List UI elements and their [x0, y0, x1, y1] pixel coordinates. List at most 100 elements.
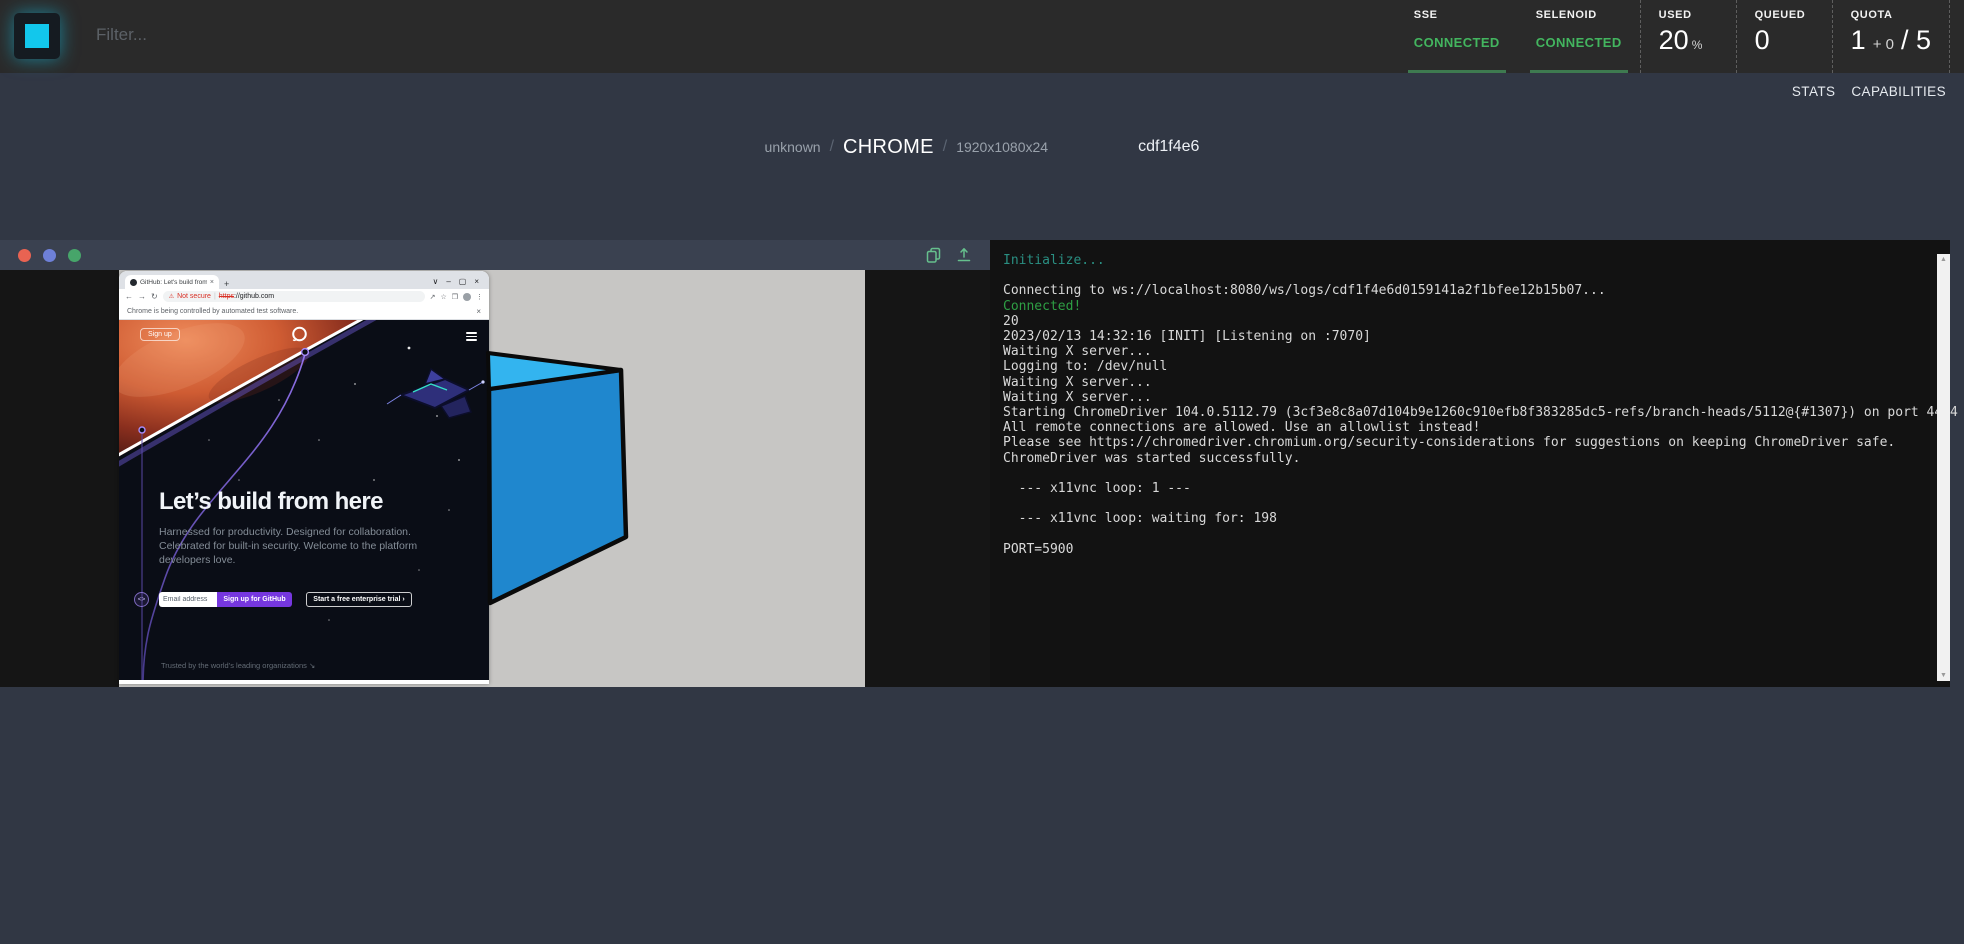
log-line: Connecting to ws://localhost:8080/ws/log… [1003, 283, 1920, 298]
remote-browser-window[interactable]: GitHub: Let's build from he... × + ∨ – ▢… [119, 271, 489, 684]
browser-tab[interactable]: GitHub: Let's build from he... × [125, 275, 219, 289]
restore-icon[interactable]: ∨ [432, 278, 438, 286]
browser-tabstrip: GitHub: Let's build from he... × + ∨ – ▢… [119, 271, 489, 289]
new-tab-button[interactable]: + [224, 279, 229, 289]
queued-value: 0 [1755, 25, 1770, 56]
not-secure-warning-icon: ⚠ [169, 293, 174, 300]
close-window-icon[interactable] [18, 249, 31, 262]
vnc-panel: GitHub: Let's build from he... × + ∨ – ▢… [0, 240, 990, 687]
github-signup-button[interactable]: Sign up [140, 328, 180, 341]
session-id: cdf1f4e6 [1138, 138, 1199, 156]
menu-icon[interactable]: ⋮ [476, 293, 483, 301]
tab-close-icon[interactable]: × [210, 279, 214, 286]
fullscreen-window-icon[interactable] [68, 249, 81, 262]
log-line: --- x11vnc loop: 1 --- [1003, 481, 1920, 496]
stat-sse: SSE CONNECTED [1396, 0, 1518, 73]
session-quota-name: unknown [765, 139, 821, 155]
quota-label: QUOTA [1851, 9, 1931, 21]
tab-stats[interactable]: STATS [1792, 84, 1836, 99]
vnc-canvas[interactable]: GitHub: Let's build from he... × + ∨ – ▢… [0, 270, 990, 687]
not-secure-label: Not secure [177, 293, 211, 300]
side-panel-icon[interactable]: ❒ [452, 293, 458, 301]
log-line [1003, 268, 1920, 283]
session-log-panel: Initialize... Connecting to ws://localho… [990, 240, 1950, 687]
infobar-close-icon[interactable]: × [476, 307, 481, 316]
log-line: All remote connections are allowed. Use … [1003, 420, 1920, 435]
session-row[interactable]: unknown / CHROME / 1920x1080x24 cdf1f4e6 [0, 124, 1964, 170]
log-line [1003, 496, 1920, 511]
selenoid-status: CONNECTED [1536, 35, 1622, 50]
nav-tabs: STATS CAPABILITIES [0, 73, 1964, 109]
used-value: 20 [1659, 25, 1689, 56]
log-line: ChromeDriver was started successfully. [1003, 451, 1920, 466]
enterprise-trial-button[interactable]: Start a free enterprise trial › [306, 592, 412, 607]
log-line: 2023/02/13 14:32:16 [INIT] [Listening on… [1003, 329, 1920, 344]
topbar: SSE CONNECTED SELENOID CONNECTED USED 20… [0, 0, 1964, 73]
close-icon[interactable]: × [474, 278, 479, 286]
log-line: Waiting X server... [1003, 375, 1920, 390]
log-line: PORT=5900 [1003, 542, 1920, 557]
session-browser: CHROME [843, 136, 934, 159]
hamburger-menu-icon[interactable] [466, 332, 477, 343]
blue-cube-drawing [480, 345, 640, 613]
address-bar[interactable]: ⚠ Not secure | https://github.com [163, 291, 425, 302]
log-line: Please see https://chromedriver.chromium… [1003, 435, 1920, 450]
selenoid-label: SELENOID [1536, 9, 1622, 21]
scroll-down-icon[interactable]: ▼ [1940, 672, 1947, 679]
spacecraft-illustration [387, 369, 485, 418]
quota-current: 1 [1851, 25, 1866, 56]
back-icon[interactable]: ← [125, 292, 133, 301]
log-line: Starting ChromeDriver 104.0.5112.79 (3cf… [1003, 405, 1920, 420]
session-separator: / [830, 138, 834, 156]
github-favicon [130, 279, 137, 286]
stat-selenoid: SELENOID CONNECTED [1518, 0, 1640, 73]
used-unit: % [1692, 38, 1703, 52]
vnc-window-header [0, 240, 990, 270]
maximize-icon[interactable]: ▢ [459, 278, 467, 286]
stat-quota: QUOTA 1 + 0 / 5 [1832, 0, 1950, 73]
clipboard-icon[interactable] [926, 247, 942, 263]
log-line: Connected! [1003, 299, 1920, 314]
github-logo-icon[interactable] [291, 326, 308, 343]
automation-infobar: Chrome is being controlled by automated … [119, 304, 489, 320]
log-line: Initialize... [1003, 253, 1920, 268]
github-hero: Sign up Let’s build from here Harnessed … [119, 320, 489, 680]
used-label: USED [1659, 9, 1718, 21]
hero-headline: Let’s build from here [159, 488, 383, 516]
browser-toolbar: ← → ↻ ⚠ Not secure | https://github.com … [119, 289, 489, 304]
app-logo-icon [14, 13, 60, 59]
upload-icon[interactable] [956, 247, 972, 263]
log-scrollbar[interactable]: ▲ ▼ [1937, 254, 1950, 681]
share-icon[interactable]: ↗ [430, 293, 436, 301]
log-line: 20 [1003, 314, 1920, 329]
url-host: ://github.com [234, 293, 274, 300]
reload-icon[interactable]: ↻ [151, 292, 158, 301]
email-field[interactable] [159, 592, 217, 607]
minimize-window-icon[interactable] [43, 249, 56, 262]
session-detail-panels: GitHub: Let's build from he... × + ∨ – ▢… [0, 240, 1950, 687]
remote-screen[interactable]: GitHub: Let's build from he... × + ∨ – ▢… [119, 270, 865, 687]
session-resolution: 1920x1080x24 [956, 139, 1048, 155]
browser-window-controls: ∨ – ▢ × [432, 278, 483, 289]
minimize-icon[interactable]: – [446, 278, 450, 286]
scroll-up-icon[interactable]: ▲ [1940, 256, 1947, 263]
quota-total: / 5 [1901, 25, 1931, 56]
trusted-orgs-text: Trusted by the world’s leading organizat… [161, 661, 315, 670]
toolbar-icons: ↗ ☆ ❒ ⋮ [430, 293, 483, 301]
tab-capabilities[interactable]: CAPABILITIES [1851, 84, 1946, 99]
profile-avatar[interactable] [463, 293, 471, 301]
forward-icon[interactable]: → [138, 292, 146, 301]
status-blocks: SSE CONNECTED SELENOID CONNECTED USED 20… [1396, 0, 1950, 73]
log-line: --- x11vnc loop: waiting for: 198 [1003, 511, 1920, 526]
signup-for-github-button[interactable]: Sign up for GitHub [217, 592, 292, 607]
log-line: Waiting X server... [1003, 390, 1920, 405]
stat-queued: QUEUED 0 [1736, 0, 1832, 73]
logo-square [25, 24, 49, 48]
filter-input[interactable] [96, 17, 516, 53]
code-chip-icon: <> [134, 592, 149, 607]
url-divider: | [214, 293, 216, 300]
bookmark-icon[interactable]: ☆ [440, 293, 446, 301]
sse-label: SSE [1414, 9, 1500, 21]
quota-pending: + 0 [1873, 36, 1894, 53]
selenoid-ui: SSE CONNECTED SELENOID CONNECTED USED 20… [0, 0, 1964, 944]
